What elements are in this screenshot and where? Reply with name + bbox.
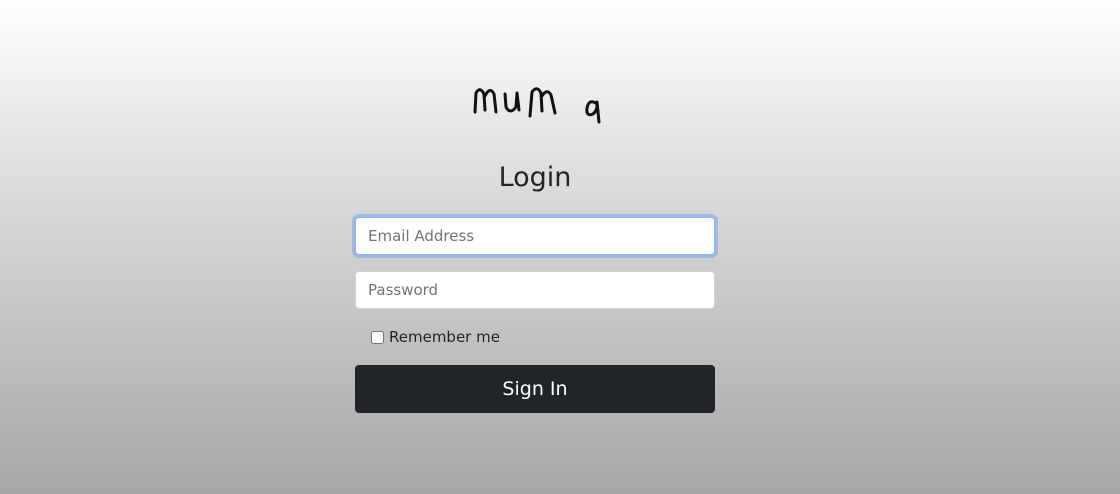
remember-me-label: Remember me xyxy=(389,328,500,346)
remember-me-checkbox[interactable] xyxy=(371,330,384,344)
password-field[interactable] xyxy=(355,271,715,309)
email-field[interactable] xyxy=(355,217,715,255)
remember-me-row[interactable]: Remember me xyxy=(371,327,500,347)
page-title: Login xyxy=(498,162,572,193)
sign-in-button[interactable]: Sign In xyxy=(355,365,715,413)
brand-logo xyxy=(473,87,601,124)
